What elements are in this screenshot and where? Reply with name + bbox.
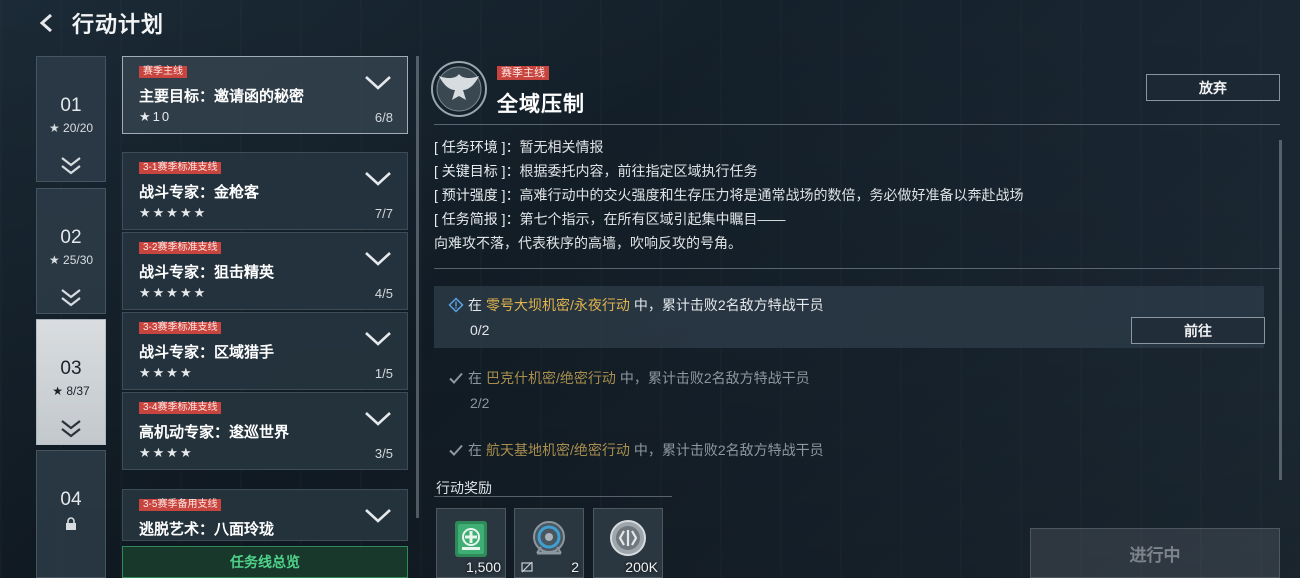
reward-item[interactable]: 200K	[593, 508, 663, 578]
detail-title: 全域压制	[497, 93, 585, 116]
chapter-tab-04[interactable]: 04	[36, 450, 106, 578]
mission-card-3-1[interactable]: 3-1赛季标准支线 战斗专家：金枪客 ★★★★★ 7/7	[122, 152, 408, 230]
divider	[434, 268, 1280, 269]
mission-stars: ★★★★★	[139, 285, 208, 300]
eagle-emblem-icon	[431, 61, 487, 117]
mission-detail-panel: 赛季主线 全域压制 放弃 [ 任务环境 ]：暂无相关情报 [ 关键目标 ]：根据…	[430, 56, 1282, 578]
info-intensity: [ 预计强度 ]：高难行动中的交火强度和生存压力将是通常战场的数倍，务必做好准备…	[434, 187, 1024, 203]
chevron-down-icon[interactable]	[363, 504, 393, 528]
info-environment: [ 任务环境 ]：暂无相关情报	[434, 139, 604, 155]
task-row: 在巴克什机密/绝密行动 中，累计击败2名敌方特战干员 2/2	[434, 359, 1264, 421]
mission-tag: 3-2赛季标准支线	[139, 242, 222, 254]
checkmark-icon	[449, 444, 463, 456]
chevron-down-icon[interactable]	[363, 71, 393, 95]
task-progress: 2/2	[470, 395, 490, 411]
chevron-down-icon[interactable]	[363, 167, 393, 191]
back-arrow-icon[interactable]	[34, 10, 60, 36]
mission-name: 战斗专家：金枪客	[139, 184, 260, 201]
mission-progress: 6/8	[374, 110, 393, 125]
mission-stars: ★★★★	[139, 445, 194, 460]
detail-scrollbar[interactable]	[1279, 140, 1282, 480]
chapter-number: 02	[60, 227, 82, 248]
double-chevron-down-icon	[61, 157, 81, 175]
mission-tag: 3-1赛季标准支线	[139, 162, 222, 174]
task-text: 在巴克什机密/绝密行动 中，累计击败2名敌方特战干员	[448, 368, 810, 388]
header: 行动计划	[34, 8, 164, 38]
reward-count: 200K	[625, 559, 658, 575]
mission-list-scrollbar[interactable]	[416, 56, 419, 518]
mission-info: [ 任务环境 ]：暂无相关情报 [ 关键目标 ]：根据委托内容，前往指定区域执行…	[434, 135, 1274, 255]
mission-name: 高机动专家：逡巡世界	[139, 424, 290, 441]
page-title: 行动计划	[72, 12, 165, 37]
no-trade-icon	[521, 561, 533, 573]
chapter-tab-02[interactable]: 02 ★ 25/30	[36, 188, 106, 314]
cable-reel-icon	[533, 521, 565, 555]
medkit-icon	[455, 521, 487, 557]
reward-item[interactable]: 2	[514, 508, 584, 578]
chevron-down-icon[interactable]	[363, 407, 393, 431]
mission-name: 战斗专家：区域猎手	[139, 344, 275, 361]
detail-tag: 赛季主线	[497, 66, 549, 80]
chapter-stars: ★ 20/20	[48, 121, 94, 135]
divider	[434, 124, 1280, 125]
mission-card-3-5[interactable]: 3-5赛季备用支线 逃脱艺术：八面玲珑	[122, 489, 408, 541]
task-text: 在零号大坝机密/永夜行动 中，累计击败2名敌方特战干员	[448, 295, 824, 315]
mission-tag: 3-5赛季备用支线	[139, 499, 222, 511]
checkmark-icon	[449, 372, 463, 384]
task-row: 在零号大坝机密/永夜行动 中，累计击败2名敌方特战干员 0/2 前往	[434, 286, 1265, 348]
mission-name: 逃脱艺术：八面玲珑	[139, 521, 275, 538]
info-briefing: [ 任务简报 ]：第七个指示，在所有区域引起集中瞩目——	[434, 211, 786, 227]
mission-line-overview-button[interactable]: 任务线总览	[122, 546, 408, 578]
info-briefing-continued: 向难攻不落，代表秩序的高墙，吹响反攻的号角。	[434, 235, 742, 251]
mission-name: 战斗专家：狙击精英	[139, 264, 275, 281]
reward-count: 2	[571, 559, 579, 575]
goto-button[interactable]: 前往	[1131, 317, 1265, 344]
chapter-stars: ★ 25/30	[48, 253, 94, 267]
reward-count: 1,500	[465, 559, 501, 575]
chevron-down-icon[interactable]	[363, 247, 393, 271]
chapter-number: 04	[60, 489, 82, 510]
alert-icon	[448, 297, 464, 313]
mission-tag: 3-4赛季标准支线	[139, 402, 222, 414]
double-chevron-down-icon	[61, 289, 81, 307]
chapter-number: 01	[60, 95, 82, 116]
coin-icon	[610, 520, 646, 556]
chapter-tab-01[interactable]: 01 ★ 20/20	[36, 56, 106, 182]
double-chevron-down-icon	[61, 420, 81, 438]
mission-card-main[interactable]: 赛季主线 主要目标：邀请函的秘密 ★10 6/8	[122, 56, 408, 134]
chapter-number: 03	[60, 358, 82, 379]
mission-progress: 1/5	[374, 366, 393, 381]
mission-stars: ★★★★	[139, 365, 194, 380]
task-progress: 0/2	[470, 322, 490, 338]
chapter-tab-03[interactable]: 03 ★ 8/37	[36, 319, 106, 445]
in-progress-button: 进行中	[1030, 528, 1280, 578]
mission-card-3-4[interactable]: 3-4赛季标准支线 高机动专家：逡巡世界 ★★★★ 3/5	[122, 392, 408, 470]
mission-progress: 7/7	[374, 206, 393, 221]
mission-name: 主要目标：邀请函的秘密	[139, 88, 305, 105]
info-key-objective: [ 关键目标 ]：根据委托内容，前往指定区域执行任务	[434, 163, 758, 179]
task-row: 在航天基地机密/绝密行动 中，累计击败2名敌方特战干员	[434, 431, 1264, 471]
mission-tag: 3-3赛季标准支线	[139, 322, 222, 334]
chapter-stars: ★ 8/37	[52, 384, 90, 398]
divider	[434, 496, 672, 497]
chevron-down-icon[interactable]	[363, 327, 393, 351]
abandon-button[interactable]: 放弃	[1146, 74, 1280, 101]
reward-label: 行动奖励	[436, 480, 492, 496]
mission-stars: ★10	[139, 109, 172, 124]
mission-progress: 3/5	[374, 446, 393, 461]
mission-tag: 赛季主线	[139, 66, 187, 78]
mission-card-3-2[interactable]: 3-2赛季标准支线 战斗专家：狙击精英 ★★★★★ 4/5	[122, 232, 408, 310]
lock-icon	[66, 517, 76, 530]
mission-stars: ★★★★★	[139, 205, 208, 220]
mission-progress: 4/5	[374, 286, 393, 301]
task-text: 在航天基地机密/绝密行动 中，累计击败2名敌方特战干员	[448, 440, 824, 460]
reward-item[interactable]: 1,500	[436, 508, 506, 578]
mission-card-3-3[interactable]: 3-3赛季标准支线 战斗专家：区域猎手 ★★★★ 1/5	[122, 312, 408, 390]
